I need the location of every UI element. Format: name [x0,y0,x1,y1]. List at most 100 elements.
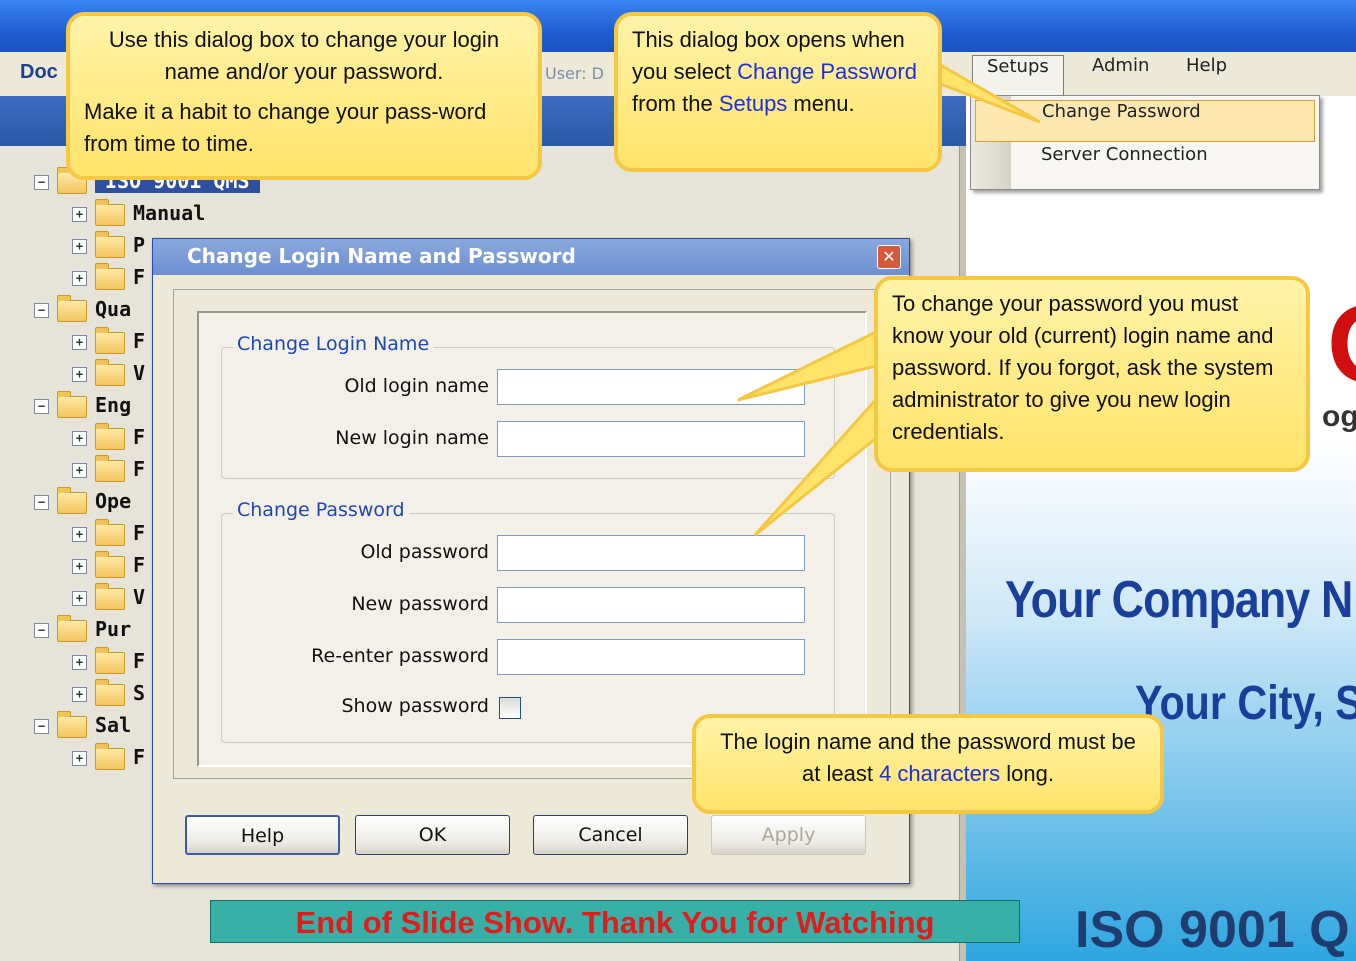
folder-icon [95,550,125,578]
menu-item-server-connection[interactable]: Server Connection [975,144,1315,186]
old-login-input[interactable] [497,369,805,405]
menu-setups[interactable]: Setups [972,55,1064,97]
collapse-icon[interactable]: − [34,303,49,318]
tree-node[interactable]: + V [72,582,145,615]
tree-node[interactable]: − Sal [34,710,132,743]
menu-admin[interactable]: Admin [1078,55,1163,95]
folder-icon [95,422,125,450]
expand-icon[interactable]: + [72,591,87,606]
tree-node-label: F [133,649,146,673]
callout-dialog-info-line2: Make it a habit to change your pass-word… [84,99,487,156]
old-password-input[interactable] [497,535,805,571]
menu-item-change-password[interactable]: Change Password [975,100,1315,142]
expand-icon[interactable]: + [72,463,87,478]
expand-icon[interactable]: + [72,751,87,766]
tree-node[interactable]: + F [72,326,145,359]
help-button[interactable]: Help [185,815,340,855]
tree-node-label: Ope [95,489,132,513]
setups-dropdown: Change Password Server Connection [970,95,1320,190]
callout-dialog-opens: This dialog box opens when you select Ch… [614,12,942,172]
menu-help[interactable]: Help [1172,55,1241,95]
tree-node[interactable]: + F [72,646,146,679]
tree-node[interactable]: + P [72,230,146,263]
tree-node-label: F [133,425,146,449]
show-password-checkbox[interactable] [499,697,521,719]
folder-icon [95,646,125,674]
tree-node[interactable]: + Manual [72,198,206,231]
tree-node[interactable]: + F [72,262,146,295]
folder-icon [95,582,125,610]
tree-node-label: Eng [95,393,132,417]
tree-node[interactable]: + F [72,518,146,551]
folder-icon [95,230,125,258]
apply-button[interactable]: Apply [711,815,866,855]
tree-node[interactable]: + V [72,358,145,391]
folder-icon [57,710,87,738]
tree-node-label: F [133,745,146,769]
folder-icon [95,262,125,290]
app-title: Doc [20,61,58,83]
expand-icon[interactable]: + [72,431,87,446]
callout-dialog-info: Use this dialog box to change your login… [66,12,542,180]
tree-node-label: Manual [133,201,206,225]
iso-heading: ISO 9001 Q [1075,901,1350,959]
cancel-button[interactable]: Cancel [533,815,688,855]
tree-node-label: P [133,233,146,257]
brand-text-fragment: og [1322,400,1356,433]
callout-length-link: 4 characters [879,761,1001,786]
ok-button[interactable]: OK [355,815,510,855]
folder-icon [57,390,87,418]
tree-node[interactable]: + F [72,422,146,455]
dialog-title: Change Login Name and Password [187,244,576,268]
folder-icon [95,742,125,770]
tree-node[interactable]: − Pur [34,614,132,647]
brand-logo-fragment: O [1327,290,1356,400]
collapse-icon[interactable]: − [34,495,49,510]
tree-node[interactable]: − Qua [34,294,131,327]
expand-icon[interactable]: + [72,687,87,702]
tree-node-label: F [133,553,146,577]
folder-icon [95,326,125,354]
close-icon[interactable]: ✕ [877,245,901,269]
tree-node[interactable]: + F [72,454,145,487]
company-city: Your City, S [1135,677,1356,730]
callout-length-post: long. [1000,761,1054,786]
tree-node-label: S [133,681,146,705]
expand-icon[interactable]: + [72,207,87,222]
company-name: Your Company N [1005,571,1353,629]
expand-icon[interactable]: + [72,559,87,574]
new-login-label: New login name [335,427,489,449]
new-password-input[interactable] [497,587,805,623]
tree-node-label: Pur [95,617,132,641]
expand-icon[interactable]: + [72,367,87,382]
expand-icon[interactable]: + [72,271,87,286]
folder-icon [95,454,125,482]
login-group-title: Change Login Name [233,333,434,355]
end-slide-banner: End of Slide Show. Thank You for Watchin… [210,900,1020,943]
password-group-title: Change Password [233,499,409,521]
expand-icon[interactable]: + [72,239,87,254]
callout-know-old-text: To change your password you must know yo… [892,291,1274,444]
collapse-icon[interactable]: − [34,623,49,638]
expand-icon[interactable]: + [72,527,87,542]
collapse-icon[interactable]: − [34,175,49,190]
reenter-password-input[interactable] [497,639,805,675]
expand-icon[interactable]: + [72,335,87,350]
new-login-input[interactable] [497,421,805,457]
callout-length: The login name and the password must be … [692,714,1164,814]
splitter[interactable] [959,146,966,961]
tree-node[interactable]: − Eng [34,390,132,423]
tree-node-label: Sal [95,713,132,737]
callout-opens-link-change-password: Change Password [737,59,917,84]
callout-know-old: To change your password you must know yo… [874,276,1310,472]
collapse-icon[interactable]: − [34,399,49,414]
reenter-password-label: Re-enter password [311,645,489,667]
tree-node-label: F [133,265,146,289]
tree-node-label: F [133,521,146,545]
tree-node[interactable]: + S [72,678,146,711]
tree-node[interactable]: − Ope [34,486,132,519]
collapse-icon[interactable]: − [34,719,49,734]
tree-node[interactable]: + F [72,550,146,583]
tree-node[interactable]: + F [72,742,146,775]
expand-icon[interactable]: + [72,655,87,670]
